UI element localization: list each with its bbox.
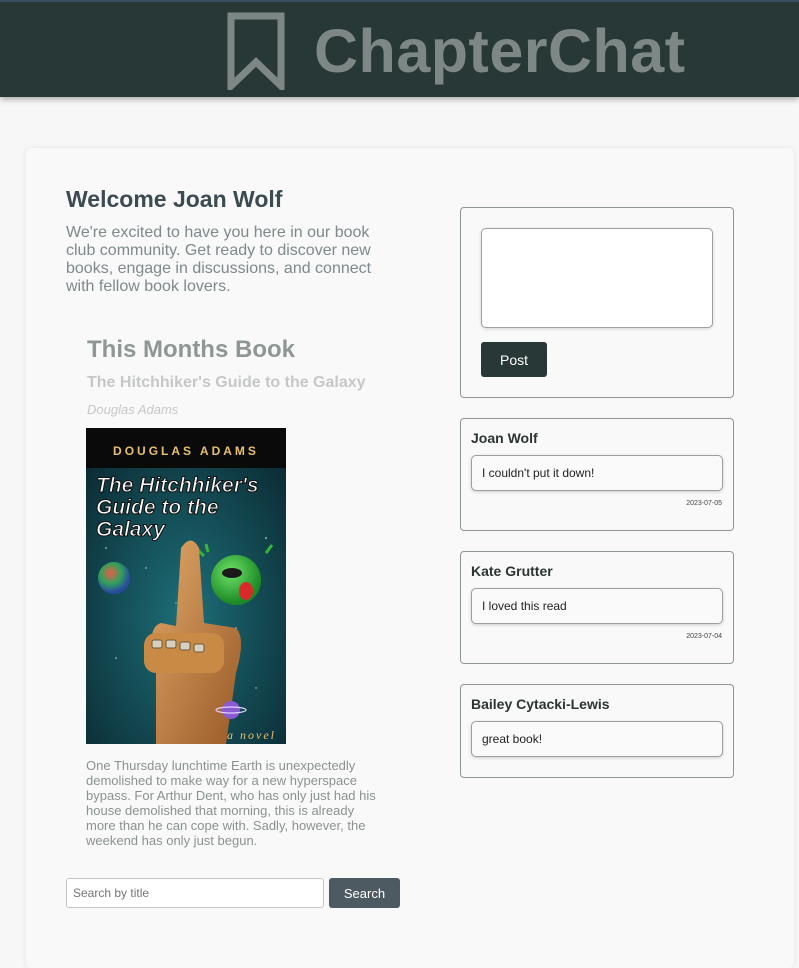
bookmark-icon: [227, 12, 285, 90]
cover-author-text: DOUGLAS ADAMS: [113, 444, 259, 458]
comment-author: Joan Wolf: [471, 430, 538, 446]
comment-text: great book!: [471, 721, 723, 757]
comment-date: 2023-07-04: [686, 633, 722, 640]
comment-text: I couldn't put it down!: [471, 455, 723, 491]
comment-author: Bailey Cytacki-Lewis: [471, 696, 610, 712]
cover-bottom-text: a novel: [227, 728, 276, 742]
cover-title-line-3: Galaxy: [96, 518, 166, 541]
book-description: One Thursday lunchtime Earth is unexpect…: [86, 758, 376, 848]
comment-card: Kate Grutter I loved this read 2023-07-0…: [460, 551, 734, 664]
welcome-text: We're excited to have you here in our bo…: [66, 224, 372, 295]
comment-author: Kate Grutter: [471, 563, 553, 579]
comment-card: Bailey Cytacki-Lewis great book!: [460, 684, 734, 778]
welcome-title: Welcome Joan Wolf: [66, 186, 283, 212]
book-section-title: This Months Book: [87, 336, 295, 363]
comment-text: I loved this read: [471, 588, 723, 624]
post-button[interactable]: Post: [481, 342, 547, 377]
cover-title-line-2: Guide to the: [96, 496, 219, 519]
comment-date: 2023-07-05: [686, 500, 722, 507]
post-textarea[interactable]: [481, 228, 713, 328]
book-title: The Hitchhiker's Guide to the Galaxy: [87, 374, 366, 391]
search-input[interactable]: [66, 878, 324, 908]
comment-card: Joan Wolf I couldn't put it down! 2023-0…: [460, 418, 734, 531]
app-header: ChapterChat: [0, 0, 799, 97]
cover-title-line-1: The Hitchhiker's: [96, 474, 259, 497]
post-composer: Post: [460, 207, 734, 398]
app-logo-text[interactable]: ChapterChat: [314, 16, 686, 86]
book-cover-image: DOUGLAS ADAMS The Hitchhiker's Guide to …: [86, 428, 286, 744]
search-button[interactable]: Search: [329, 878, 400, 908]
book-author: Douglas Adams: [87, 402, 179, 417]
